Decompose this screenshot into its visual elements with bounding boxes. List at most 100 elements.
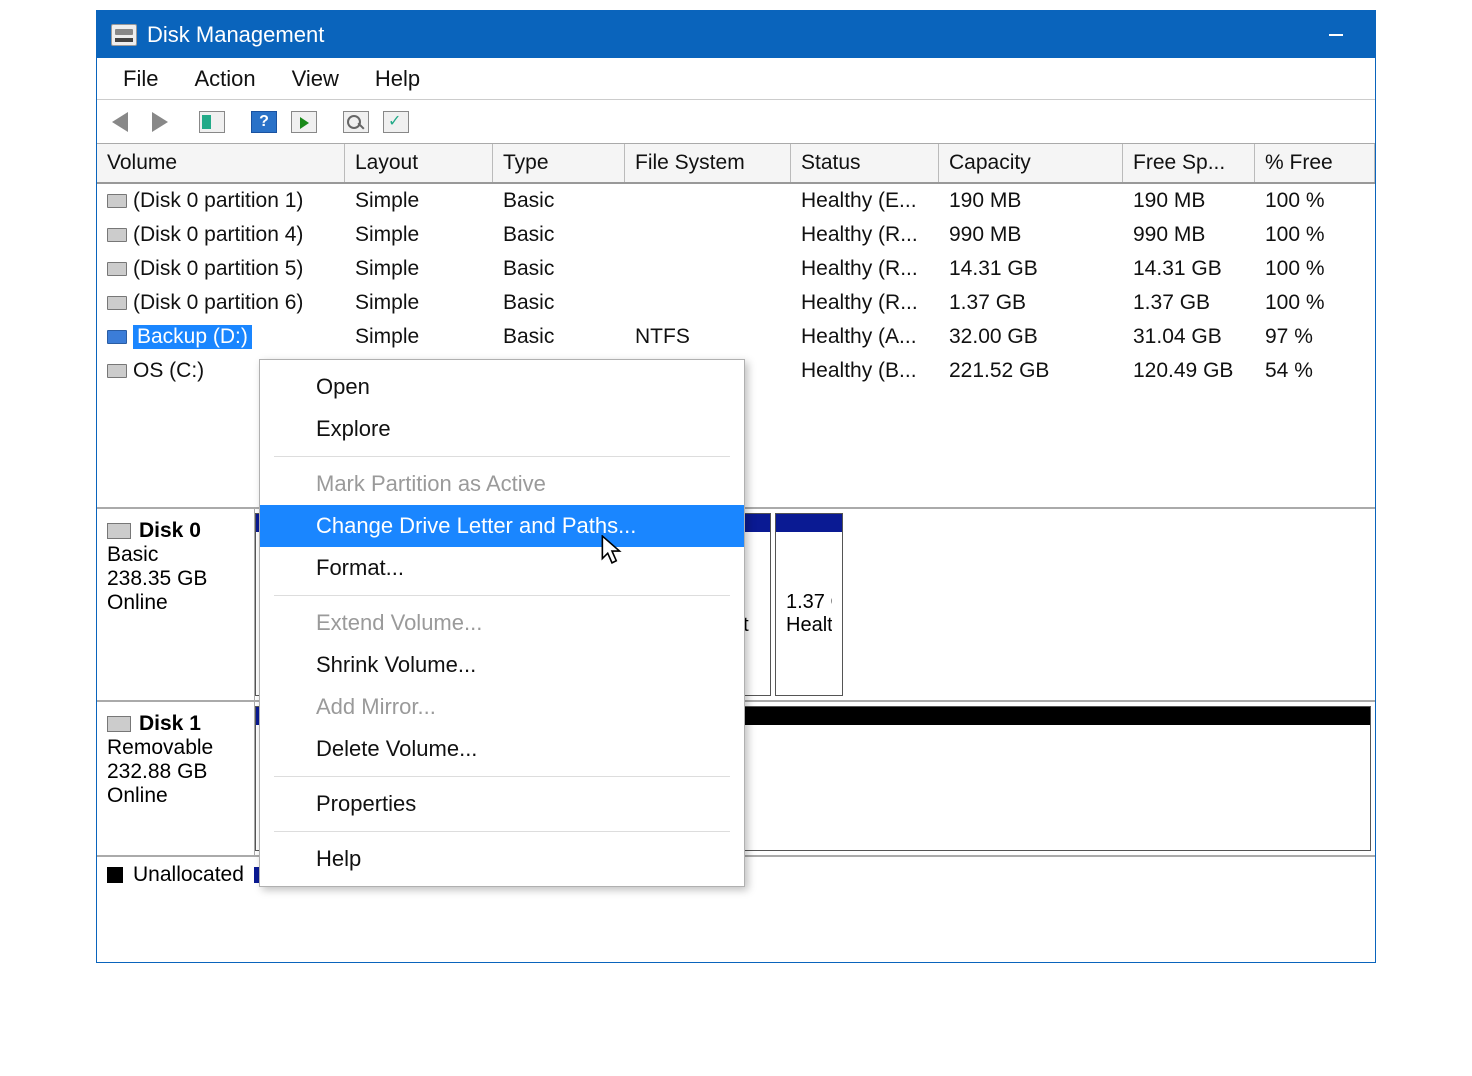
volume-filesystem xyxy=(625,184,791,218)
volume-status: Healthy (R... xyxy=(791,286,939,320)
drive-icon xyxy=(107,364,127,378)
ctx-properties[interactable]: Properties xyxy=(260,783,744,825)
ctx-extend-volume: Extend Volume... xyxy=(260,602,744,644)
disk-name: Disk 1 xyxy=(139,712,201,736)
ctx-delete-volume[interactable]: Delete Volume... xyxy=(260,728,744,770)
menu-help[interactable]: Help xyxy=(357,60,438,98)
disk-info-1: Disk 1 Removable 232.88 GB Online xyxy=(97,702,255,855)
app-icon xyxy=(111,24,137,46)
volume-capacity: 221.52 GB xyxy=(939,354,1123,388)
ctx-change-drive-letter[interactable]: Change Drive Letter and Paths... xyxy=(260,505,744,547)
disk-management-window: Disk Management File Action View Help ? … xyxy=(96,10,1376,963)
partition-status: Health xyxy=(786,614,832,637)
volume-status: Healthy (E... xyxy=(791,184,939,218)
volume-type: Basic xyxy=(493,286,625,320)
volume-layout: Simple xyxy=(345,320,493,354)
col-type[interactable]: Type xyxy=(493,144,625,182)
disk-name: Disk 0 xyxy=(139,519,201,543)
volume-name: (Disk 0 partition 4) xyxy=(133,223,303,247)
arrow-left-icon xyxy=(112,112,128,132)
volume-type: Basic xyxy=(493,184,625,218)
volume-row[interactable]: (Disk 0 partition 5)SimpleBasicHealthy (… xyxy=(97,252,1375,286)
play-icon xyxy=(291,111,317,133)
volume-name: OS (C:) xyxy=(133,359,204,383)
col-filesystem[interactable]: File System xyxy=(625,144,791,182)
help-button[interactable]: ? xyxy=(247,107,281,137)
volume-list-header: Volume Layout Type File System Status Ca… xyxy=(97,144,1375,184)
legend-unallocated-swatch xyxy=(107,867,123,883)
drive-icon xyxy=(107,296,127,310)
col-free[interactable]: Free Sp... xyxy=(1123,144,1255,182)
col-status[interactable]: Status xyxy=(791,144,939,182)
ctx-mark-active: Mark Partition as Active xyxy=(260,463,744,505)
ctx-format[interactable]: Format... xyxy=(260,547,744,589)
col-capacity[interactable]: Capacity xyxy=(939,144,1123,182)
volume-percent: 100 % xyxy=(1255,218,1375,252)
col-percent[interactable]: % Free xyxy=(1255,144,1375,182)
help-icon: ? xyxy=(251,111,277,133)
col-volume[interactable]: Volume xyxy=(97,144,345,182)
volume-capacity: 14.31 GB xyxy=(939,252,1123,286)
menu-view[interactable]: View xyxy=(274,60,357,98)
volume-free: 1.37 GB xyxy=(1123,286,1255,320)
volume-name: (Disk 0 partition 1) xyxy=(133,189,303,213)
menu-action[interactable]: Action xyxy=(176,60,273,98)
ctx-shrink-volume[interactable]: Shrink Volume... xyxy=(260,644,744,686)
ctx-help[interactable]: Help xyxy=(260,838,744,880)
menu-bar: File Action View Help xyxy=(97,58,1375,100)
volume-percent: 100 % xyxy=(1255,184,1375,218)
disk-size: 232.88 GB xyxy=(107,760,244,784)
volume-layout: Simple xyxy=(345,218,493,252)
volume-type: Basic xyxy=(493,252,625,286)
volume-capacity: 1.37 GB xyxy=(939,286,1123,320)
action-button[interactable] xyxy=(287,107,321,137)
volume-type: Basic xyxy=(493,320,625,354)
show-hide-tree-button[interactable] xyxy=(195,107,229,137)
volume-row[interactable]: (Disk 0 partition 6)SimpleBasicHealthy (… xyxy=(97,286,1375,320)
title-bar[interactable]: Disk Management xyxy=(97,11,1375,58)
partition-size: 1.37 GI xyxy=(786,591,832,614)
disk-size: 238.35 GB xyxy=(107,567,244,591)
partition[interactable]: 1.37 GIHealth xyxy=(775,513,843,696)
disk-info-0: Disk 0 Basic 238.35 GB Online xyxy=(97,509,255,700)
volume-filesystem: NTFS xyxy=(625,320,791,354)
settings-button[interactable] xyxy=(379,107,413,137)
volume-free: 190 MB xyxy=(1123,184,1255,218)
volume-filesystem xyxy=(625,252,791,286)
volume-percent: 100 % xyxy=(1255,252,1375,286)
drive-icon xyxy=(107,262,127,276)
volume-free: 31.04 GB xyxy=(1123,320,1255,354)
ctx-open[interactable]: Open xyxy=(260,366,744,408)
volume-row[interactable]: Backup (D:)SimpleBasicNTFSHealthy (A...3… xyxy=(97,320,1375,354)
disk-type: Removable xyxy=(107,736,244,760)
menu-file[interactable]: File xyxy=(105,60,176,98)
check-icon xyxy=(383,111,409,133)
volume-row[interactable]: (Disk 0 partition 4)SimpleBasicHealthy (… xyxy=(97,218,1375,252)
drive-icon xyxy=(107,228,127,242)
volume-name: (Disk 0 partition 5) xyxy=(133,257,303,281)
legend-unallocated-label: Unallocated xyxy=(133,863,244,887)
disk-status: Online xyxy=(107,591,244,615)
volume-status: Healthy (A... xyxy=(791,320,939,354)
volume-capacity: 32.00 GB xyxy=(939,320,1123,354)
volume-capacity: 190 MB xyxy=(939,184,1123,218)
minimize-button[interactable] xyxy=(1311,11,1361,58)
disk-status: Online xyxy=(107,784,244,808)
volume-capacity: 990 MB xyxy=(939,218,1123,252)
volume-row[interactable]: (Disk 0 partition 1)SimpleBasicHealthy (… xyxy=(97,184,1375,218)
ctx-explore[interactable]: Explore xyxy=(260,408,744,450)
volume-free: 990 MB xyxy=(1123,218,1255,252)
volume-name: (Disk 0 partition 6) xyxy=(133,291,303,315)
back-button[interactable] xyxy=(103,107,137,137)
tree-icon xyxy=(199,111,225,133)
ctx-add-mirror: Add Mirror... xyxy=(260,686,744,728)
partition-stripe xyxy=(776,514,842,532)
arrow-right-icon xyxy=(152,112,168,132)
context-menu: Open Explore Mark Partition as Active Ch… xyxy=(259,359,745,887)
refresh-button[interactable] xyxy=(339,107,373,137)
col-layout[interactable]: Layout xyxy=(345,144,493,182)
volume-filesystem xyxy=(625,286,791,320)
disk-type: Basic xyxy=(107,543,244,567)
drive-icon xyxy=(107,194,127,208)
forward-button[interactable] xyxy=(143,107,177,137)
